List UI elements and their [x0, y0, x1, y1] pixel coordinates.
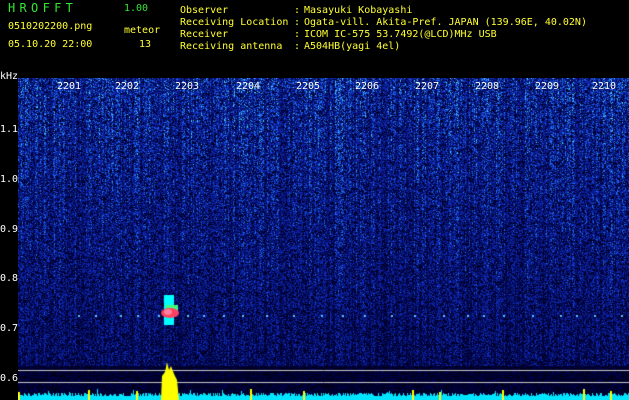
antenna-colon: : — [294, 41, 301, 52]
freq-tick-0.8: 0.8 — [0, 273, 19, 284]
receiver-colon: : — [294, 29, 301, 40]
freq-tick-0.6: 0.6 — [0, 373, 19, 384]
time-tick-2203: 2203 — [175, 81, 200, 92]
time-tick-2208: 2208 — [475, 81, 500, 92]
meteor-label: meteor — [124, 25, 161, 36]
time-tick-2201: 2201 — [57, 81, 82, 92]
location-value: Ogata-vill. Akita-Pref. JAPAN (139.96E, … — [304, 17, 587, 28]
location-label: Receiving Location — [180, 17, 289, 28]
freq-tick-0.9: 0.9 — [0, 224, 19, 235]
filename: 0510202200.png — [8, 21, 93, 32]
antenna-value: A504HB(yagi 4el) — [304, 41, 401, 52]
spectrogram — [18, 78, 629, 400]
time-tick-2206: 2206 — [355, 81, 380, 92]
antenna-label: Receiving antenna — [180, 41, 283, 52]
receiver-label: Receiver — [180, 29, 229, 40]
receiver-value: ICOM IC-575 53.7492(@LCD)MHz USB — [304, 29, 497, 40]
observer-colon: : — [294, 5, 301, 16]
time-tick-2207: 2207 — [415, 81, 440, 92]
app-version: 1.00 — [124, 3, 149, 14]
time-tick-2204: 2204 — [236, 81, 261, 92]
observer-label: Observer — [180, 5, 229, 16]
location-colon: : — [294, 17, 301, 28]
datetime: 05.10.20 22:00 — [8, 39, 93, 50]
freq-tick-1.0: 1.0 — [0, 174, 19, 185]
time-tick-2202: 2202 — [115, 81, 140, 92]
time-tick-2205: 2205 — [296, 81, 321, 92]
header-panel: HROFFT 1.00 0510202200.png meteor 05.10.… — [0, 0, 629, 78]
freq-tick-0.7: 0.7 — [0, 323, 19, 334]
time-tick-2209: 2209 — [535, 81, 560, 92]
observer-value: Masayuki Kobayashi — [304, 5, 413, 16]
freq-tick-1.1: 1.1 — [0, 124, 19, 135]
app-title: HROFFT — [8, 1, 78, 15]
time-tick-2210: 2210 — [592, 81, 617, 92]
frequency-unit-label: kHz — [0, 71, 19, 82]
meteor-count: 13 — [139, 39, 152, 50]
